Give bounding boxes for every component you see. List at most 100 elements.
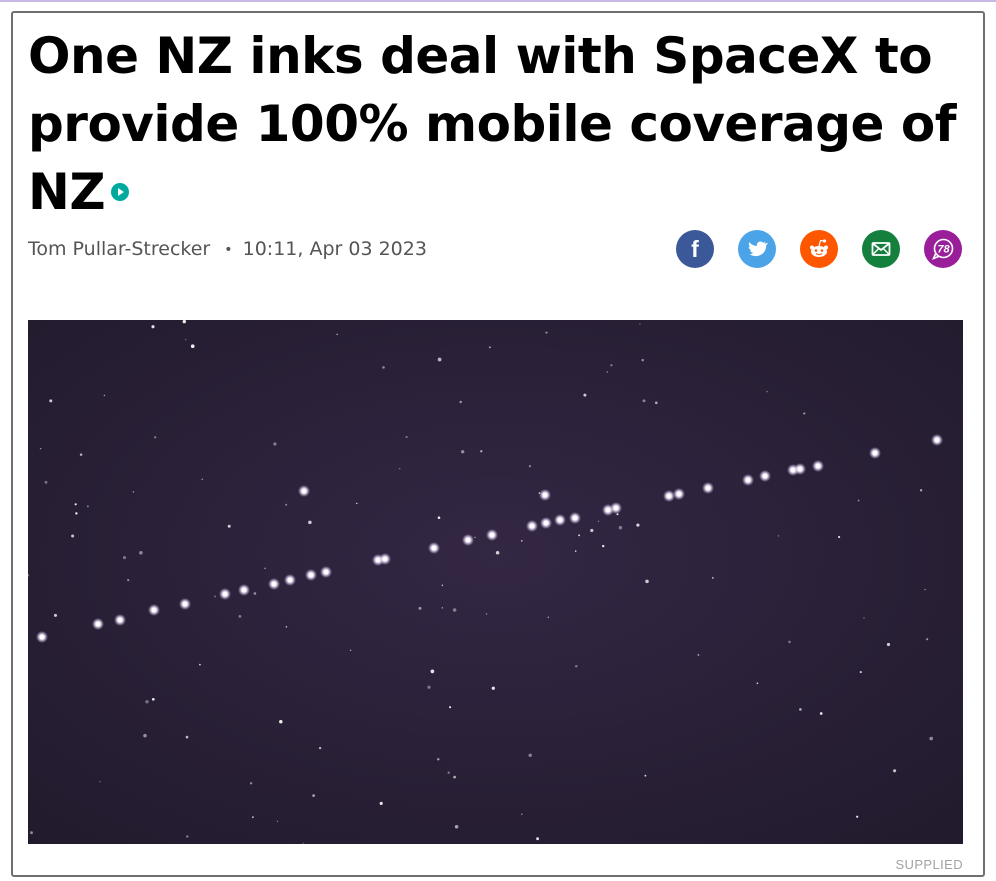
- star: [249, 782, 253, 785]
- satellite-core: [542, 492, 548, 498]
- star: [279, 719, 283, 724]
- satellite-core: [151, 607, 157, 613]
- star: [602, 544, 605, 548]
- star: [536, 837, 540, 841]
- star: [276, 820, 279, 822]
- star: [184, 338, 187, 341]
- star: [644, 774, 647, 777]
- star: [545, 331, 548, 334]
- star: [495, 550, 500, 555]
- star: [454, 824, 459, 829]
- star: [285, 626, 288, 628]
- reddit-icon: [810, 239, 828, 257]
- star: [441, 584, 444, 586]
- star: [597, 520, 600, 523]
- share-twitter-button[interactable]: [738, 230, 776, 268]
- satellite-core: [676, 491, 682, 497]
- satellite-core: [605, 507, 611, 513]
- satellite-core: [241, 587, 247, 593]
- star: [590, 528, 594, 533]
- star: [227, 524, 231, 528]
- star: [856, 815, 859, 818]
- star: [39, 447, 42, 450]
- satellite-core: [762, 473, 768, 479]
- star: [766, 390, 769, 393]
- star: [488, 346, 491, 349]
- photo-credit: SUPPLIED: [895, 857, 963, 872]
- satellite-core: [465, 537, 471, 543]
- star: [79, 453, 83, 456]
- star: [308, 520, 312, 525]
- satellite-core: [182, 601, 188, 607]
- star: [74, 503, 77, 506]
- star: [151, 697, 155, 701]
- satellite-core: [572, 515, 578, 521]
- satellite-core: [323, 569, 329, 575]
- satellite-core: [382, 556, 388, 562]
- star: [185, 735, 189, 739]
- star: [132, 491, 135, 493]
- star: [474, 536, 476, 538]
- author-name[interactable]: Tom Pullar-Strecker: [28, 238, 210, 260]
- star: [583, 393, 587, 397]
- sky-background: [28, 320, 963, 844]
- star: [99, 780, 101, 783]
- star: [521, 540, 523, 542]
- satellite-core: [613, 505, 619, 511]
- lead-photo[interactable]: [28, 320, 963, 844]
- satellite-core: [271, 581, 277, 587]
- star: [461, 450, 465, 454]
- headline-text[interactable]: One NZ inks deal with SpaceX to provide …: [28, 27, 956, 221]
- satellite-core: [529, 523, 535, 529]
- star: [441, 607, 443, 609]
- star: [756, 682, 759, 685]
- comments-button[interactable]: 78: [924, 230, 962, 268]
- star: [214, 595, 217, 598]
- star: [186, 835, 189, 838]
- share-email-button[interactable]: [862, 230, 900, 268]
- star: [418, 606, 422, 610]
- star: [697, 653, 700, 656]
- star: [459, 400, 462, 404]
- share-reddit-button[interactable]: [800, 230, 838, 268]
- star: [788, 640, 791, 644]
- star: [302, 842, 304, 844]
- byline: Tom Pullar-Strecker • 10:11, Apr 03 2023: [28, 238, 427, 260]
- star: [182, 320, 186, 324]
- share-facebook-button[interactable]: f: [676, 230, 714, 268]
- article-headline[interactable]: One NZ inks deal with SpaceX to provide …: [28, 22, 978, 226]
- star: [143, 733, 147, 738]
- star: [437, 357, 442, 362]
- star: [53, 613, 58, 617]
- star: [253, 592, 257, 595]
- satellite-core: [308, 572, 314, 578]
- star: [452, 608, 457, 612]
- star: [606, 371, 609, 373]
- star: [349, 649, 352, 652]
- star: [645, 579, 649, 584]
- star: [122, 556, 127, 560]
- satellite-core: [745, 477, 751, 483]
- star: [610, 364, 613, 367]
- satellite-core: [705, 485, 711, 491]
- satellite-core: [815, 463, 821, 469]
- star: [264, 567, 266, 570]
- night-sky-satellite-train-image: [28, 320, 963, 844]
- star: [711, 577, 714, 579]
- star: [382, 366, 385, 369]
- star: [480, 450, 483, 453]
- satellite-core: [489, 532, 495, 538]
- video-play-icon[interactable]: [111, 182, 130, 201]
- star: [574, 550, 577, 552]
- top-accent-line: [0, 0, 996, 2]
- star: [491, 686, 495, 690]
- star: [929, 736, 934, 741]
- star: [430, 669, 435, 674]
- publish-timestamp: 10:11, Apr 03 2023: [242, 238, 427, 260]
- star: [399, 468, 401, 470]
- star: [427, 685, 431, 689]
- byline-separator: •: [224, 241, 233, 258]
- star: [528, 465, 531, 468]
- star: [819, 712, 823, 715]
- star: [251, 816, 254, 819]
